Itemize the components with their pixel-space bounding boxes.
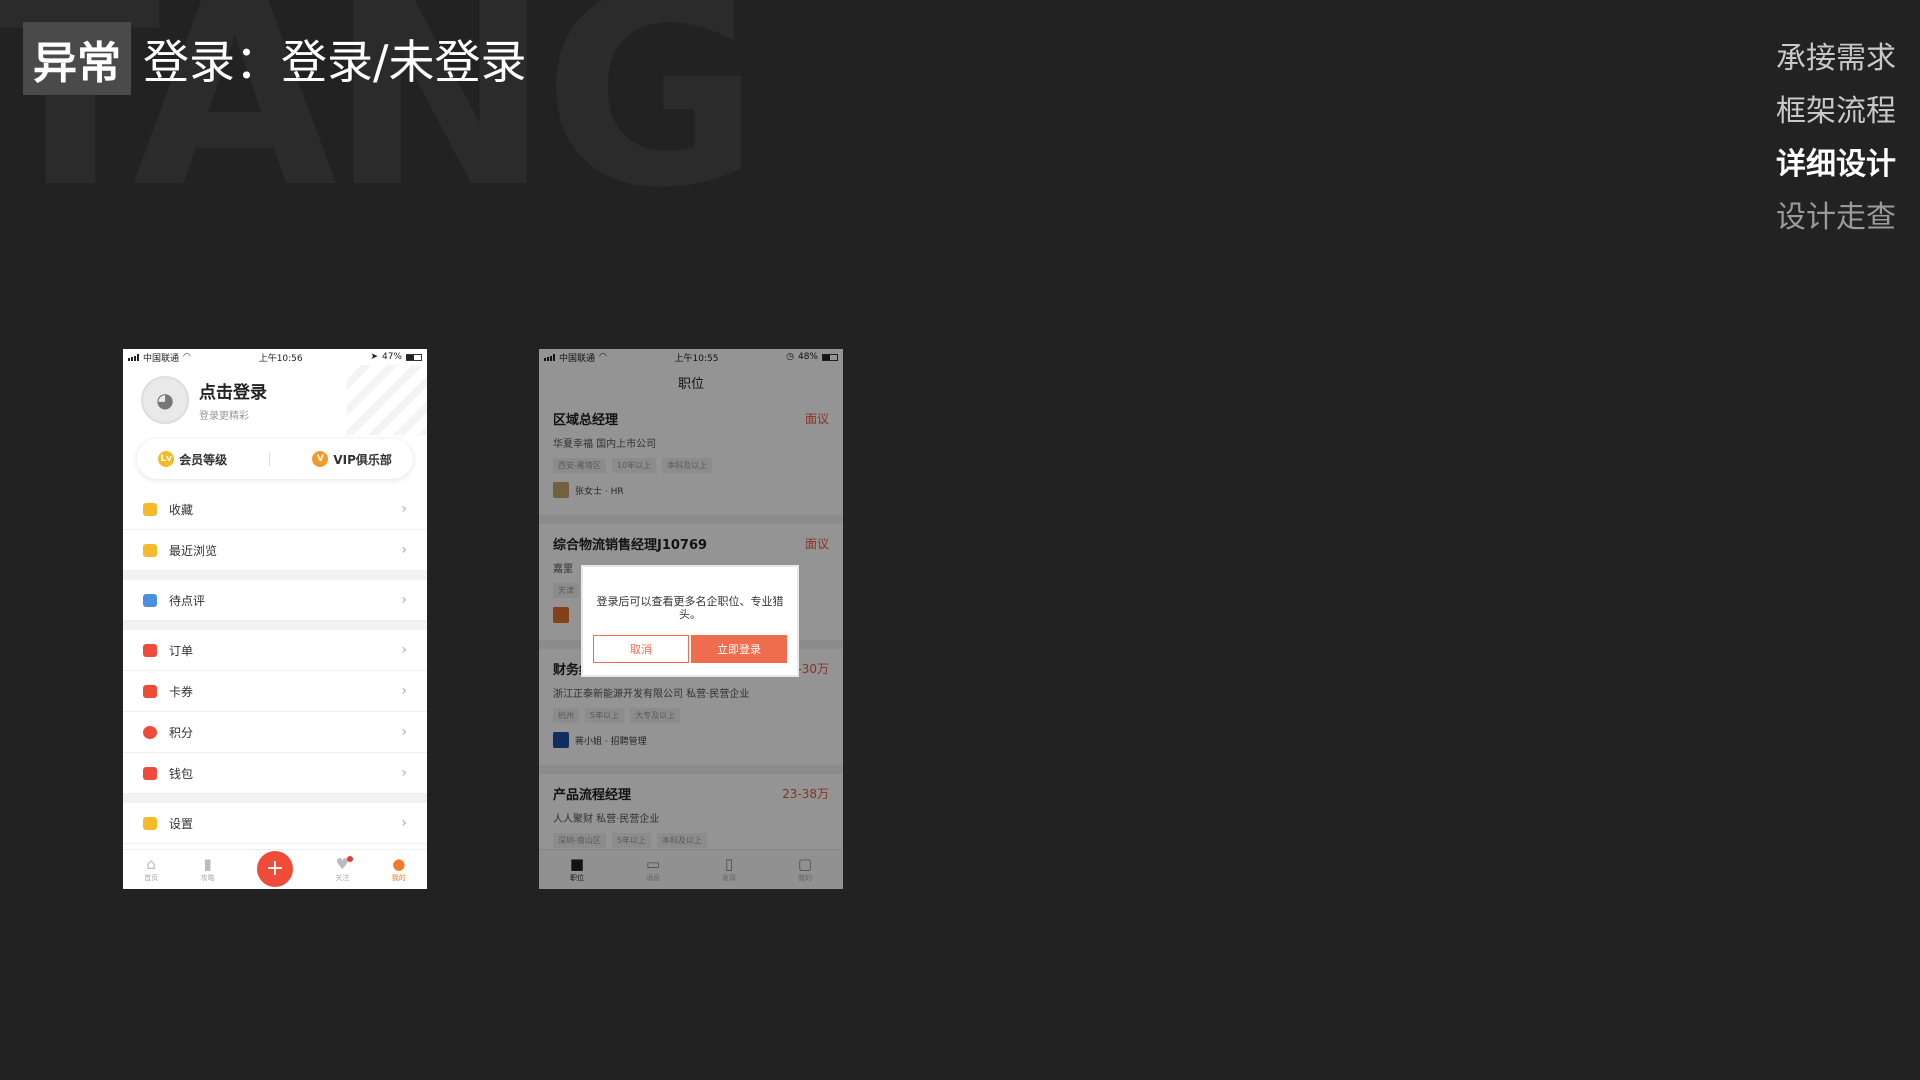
chevron-right-icon: › [401, 683, 407, 699]
member-level-label: 会员等级 [179, 452, 228, 467]
tab-bar: ⌂ 首页 ▮ 攻略 + ♥ 关注 ● 我的 [123, 849, 427, 889]
carrier-label: 中国联通 [143, 353, 180, 364]
menu-item-points[interactable]: 积分 › [123, 712, 427, 753]
dialog-message: 登录后可以查看更多名企职位、专业猎头。 [596, 595, 784, 621]
status-bar: 中国联通 ◠ 上午10:56 ➤ 47% [123, 349, 427, 365]
menu-item-pending-review[interactable]: 待点评 › [123, 580, 427, 621]
tab-mine[interactable]: ● 我的 [392, 856, 406, 883]
user-icon: ● [392, 855, 406, 873]
comment-icon [143, 593, 157, 607]
order-icon [143, 643, 157, 657]
heart-icon: ♥ [335, 855, 354, 873]
divider [269, 452, 271, 466]
book-icon: ▮ [203, 855, 212, 873]
vip-club-label: VIP俱乐部 [333, 452, 392, 467]
menu-item-label: 设置 [169, 816, 194, 831]
slide-title: 异常 登录：登录/未登录 [23, 22, 527, 95]
tab-label: 我的 [391, 874, 406, 882]
menu-item-coupons[interactable]: 卡券 › [123, 671, 427, 712]
wallet-icon [143, 766, 157, 780]
menu-item-label: 卡券 [169, 684, 194, 699]
side-nav-item-design-review[interactable]: 设计走查 [1776, 191, 1896, 244]
vip-club-icon: V [312, 451, 329, 467]
signal-icon [128, 353, 139, 361]
login-dialog: 登录后可以查看更多名企职位、专业猎头。 取消 立即登录 [581, 565, 799, 677]
chevron-right-icon: › [401, 592, 407, 608]
settings-icon [143, 816, 157, 830]
avatar-icon[interactable]: ◕ [141, 376, 189, 424]
section-gap [123, 794, 427, 803]
chevron-right-icon: › [401, 724, 407, 740]
menu-item-orders[interactable]: 订单 › [123, 630, 427, 671]
chevron-right-icon: › [401, 501, 407, 517]
member-level-icon: Lv [158, 451, 175, 467]
menu-item-label: 积分 [169, 725, 194, 740]
tab-label: 关注 [335, 874, 350, 882]
title-tag: 异常 [23, 22, 131, 95]
cancel-button[interactable]: 取消 [593, 635, 689, 663]
chevron-right-icon: › [401, 765, 407, 781]
location-icon: ➤ [370, 352, 378, 362]
header-decoration [347, 365, 427, 435]
menu-item-recent[interactable]: 最近浏览 › [123, 530, 427, 571]
star-icon [143, 502, 157, 516]
chevron-right-icon: › [401, 642, 407, 658]
phone-jobs-screen: 中国联通 ◠ 上午10:55 ◷ 48% 职位 区域总经理 面议 华夏幸福 国内上… [539, 349, 843, 889]
battery-percent: 47% [381, 352, 402, 362]
menu-item-favorites[interactable]: 收藏 › [123, 489, 427, 530]
menu-item-label: 最近浏览 [169, 543, 218, 558]
menu-item-label: 待点评 [169, 593, 206, 608]
menu-item-label: 订单 [169, 643, 194, 658]
member-level-button[interactable]: Lv 会员等级 [158, 451, 227, 468]
add-button[interactable]: + [256, 850, 293, 887]
tab-follow[interactable]: ♥ 关注 [335, 855, 354, 883]
chevron-right-icon: › [401, 542, 407, 558]
login-now-button[interactable]: 立即登录 [691, 635, 787, 663]
battery-icon [406, 353, 422, 361]
points-icon [143, 725, 157, 739]
side-nav-item-detail-design[interactable]: 详细设计 [1776, 138, 1896, 191]
tab-label: 首页 [144, 874, 159, 882]
menu-item-label: 收藏 [169, 502, 194, 517]
menu-item-settings[interactable]: 设置 › [123, 803, 427, 844]
side-nav: 承接需求 框架流程 详细设计 设计走查 [1776, 32, 1896, 244]
tab-home[interactable]: ⌂ 首页 [144, 856, 158, 883]
wifi-icon: ◠ [183, 352, 191, 362]
title-text: 登录：登录/未登录 [143, 34, 527, 89]
clock-icon [143, 543, 157, 557]
section-gap [123, 621, 427, 630]
side-nav-item-framework[interactable]: 框架流程 [1776, 85, 1896, 138]
phone-profile-screen: 中国联通 ◠ 上午10:56 ➤ 47% ◕ 点击登录 登录更精彩 Lv 会员等… [123, 349, 427, 889]
ticket-icon [143, 684, 157, 698]
profile-header[interactable]: ◕ 点击登录 登录更精彩 [123, 365, 427, 435]
login-subtitle: 登录更精彩 [199, 411, 249, 422]
vip-club-button[interactable]: V VIP俱乐部 [312, 451, 392, 468]
login-prompt[interactable]: 点击登录 [199, 378, 267, 403]
section-gap [123, 571, 427, 580]
tab-guide[interactable]: ▮ 攻略 [201, 856, 215, 883]
membership-bar: Lv 会员等级 V VIP俱乐部 [137, 439, 413, 479]
menu-item-label: 钱包 [169, 766, 194, 781]
tab-label: 攻略 [200, 874, 215, 882]
chevron-right-icon: › [401, 815, 407, 831]
home-icon: ⌂ [146, 855, 156, 873]
side-nav-item-requirements[interactable]: 承接需求 [1776, 32, 1896, 85]
menu-item-wallet[interactable]: 钱包 › [123, 753, 427, 794]
status-time: 上午10:56 [258, 353, 303, 364]
